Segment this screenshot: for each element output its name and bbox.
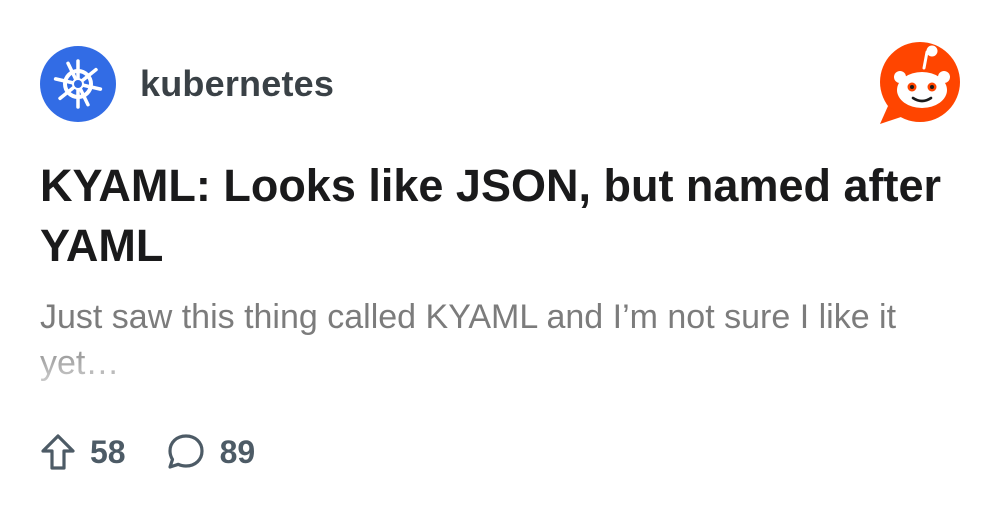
reddit-snoo-icon xyxy=(874,38,962,126)
comments-button[interactable]: 89 xyxy=(166,432,256,472)
post-header: kubernetes xyxy=(40,46,334,122)
comment-count: 89 xyxy=(219,433,256,470)
subreddit-name[interactable]: kubernetes xyxy=(140,63,334,105)
upvote-count: 58 xyxy=(90,433,126,470)
post-actions: 58 89 xyxy=(40,432,255,472)
comment-bubble-icon xyxy=(166,432,206,472)
post-preview-text[interactable]: Just saw this thing called KYAML and I’m… xyxy=(40,294,970,386)
post-title[interactable]: KYAML: Looks like JSON, but named after … xyxy=(40,156,960,276)
upvote-arrow-icon xyxy=(40,433,76,471)
post-card[interactable]: kubernetes KYAML: Looks like JSON, but n… xyxy=(0,0,1000,521)
kubernetes-helm-icon[interactable] xyxy=(40,46,116,122)
upvote-button[interactable]: 58 xyxy=(40,433,126,471)
